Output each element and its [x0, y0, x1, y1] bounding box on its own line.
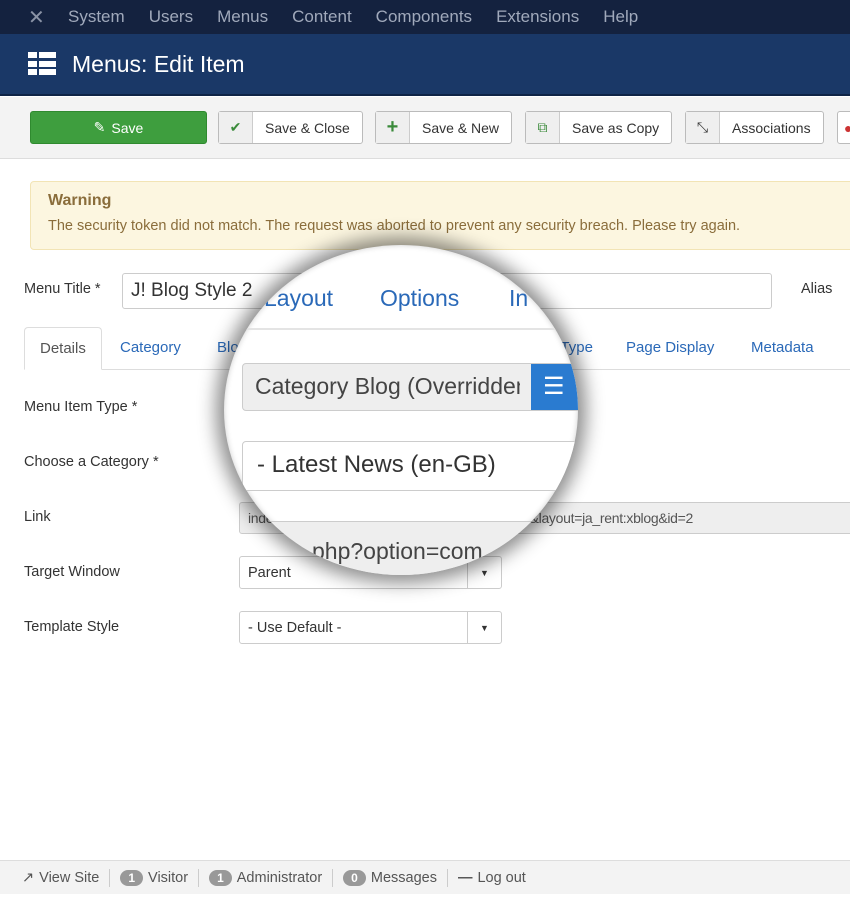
minus-icon: — [457, 869, 473, 886]
template-style-value: - Use Default - [248, 619, 342, 636]
joomla-logo-icon[interactable]: ✕ [28, 5, 52, 30]
tab-metadata[interactable]: Metadata [736, 327, 829, 370]
nav-system[interactable]: System [68, 7, 125, 27]
admin-label: Administrator [236, 869, 323, 886]
nav-extensions[interactable]: Extensions [496, 7, 579, 27]
menu-item-type-label: Menu Item Type * [24, 399, 138, 415]
associations-label: Associations [732, 119, 811, 136]
view-site-label: View Site [39, 869, 100, 886]
template-style-select[interactable]: - Use Default - ▼ [239, 611, 502, 644]
messages-label: Messages [370, 869, 437, 886]
visitor-label: Visitor [148, 869, 189, 886]
external-link-icon: ↗ [22, 869, 35, 886]
top-nav: ✕ System Users Menus Content Components … [0, 0, 850, 34]
plus-icon: + [376, 112, 410, 143]
check-icon: ✔ [219, 112, 253, 143]
zoom-category-value: - Latest News (en-GB) [257, 451, 496, 478]
tab-category[interactable]: Category [105, 327, 196, 370]
zoom-tab-layout: Layout [264, 285, 334, 311]
nav-users[interactable]: Users [149, 7, 193, 27]
tab-page-display[interactable]: Page Display [611, 327, 729, 370]
zoom-link-field: php?option=com [224, 521, 578, 575]
save-label: Save [111, 119, 144, 136]
menu-title-label: Menu Title * [24, 281, 101, 297]
zoom-tab-options: Options [380, 285, 460, 311]
select-list-icon[interactable]: ☰ [531, 364, 578, 410]
zoom-menu-item-type-field[interactable]: Category Blog (Overridden) ☰ [242, 363, 578, 411]
alias-label: Alias [801, 281, 833, 297]
administrators-link[interactable]: 1 Administrator [199, 868, 334, 887]
close-button[interactable]: ● [837, 111, 850, 144]
zoom-category-select[interactable]: - Latest News (en-GB) [242, 441, 578, 491]
choose-category-label: Choose a Category * [24, 454, 159, 470]
save-button[interactable]: ✎ Save [30, 111, 207, 144]
save-new-label: Save & New [422, 119, 500, 136]
messages-count-badge: 0 [343, 869, 366, 886]
save-copy-button[interactable]: ⧉ Save as Copy [525, 111, 673, 144]
admin-count-badge: 1 [209, 869, 232, 886]
nav-content[interactable]: Content [292, 7, 352, 27]
warning-alert: Warning The security token did not match… [30, 181, 850, 250]
associations-button[interactable]: ⤡ Associations [685, 111, 824, 144]
nav-help[interactable]: Help [603, 7, 638, 27]
visitor-count-badge: 1 [120, 869, 144, 886]
copy-icon: ⧉ [526, 112, 560, 143]
link-label: Link [24, 509, 51, 525]
save-close-label: Save & Close [265, 119, 350, 136]
target-window-label: Target Window [24, 564, 120, 580]
warning-title: Warning [48, 192, 112, 209]
template-style-label: Template Style [24, 619, 120, 635]
logout-link[interactable]: — Log out [448, 869, 536, 887]
status-bar: ↗ View Site 1 Visitor 1 Administrator 0 Mess… [0, 860, 850, 894]
list-icon [28, 52, 56, 76]
tab-details[interactable]: Details [24, 327, 102, 370]
edit-icon: ✎ [93, 119, 106, 135]
messages-link[interactable]: 0 Messages [333, 868, 448, 887]
page-title: Menus: Edit Item [72, 50, 245, 77]
zoom-tab-divider [224, 328, 578, 330]
caret-down-icon: ▼ [467, 612, 501, 643]
logout-label: Log out [477, 869, 526, 886]
page-header: Menus: Edit Item [0, 34, 850, 96]
save-copy-label: Save as Copy [572, 119, 660, 136]
visitors-link[interactable]: 1 Visitor [110, 868, 200, 887]
zoom-menu-item-type-value: Category Blog (Overridden) [255, 373, 520, 399]
zoom-link-fragment: php?option=com [312, 538, 483, 564]
nav-components[interactable]: Components [376, 7, 472, 27]
magnifier-overlay: Layout Options In Category Blog (Overrid… [224, 245, 578, 575]
save-new-button[interactable]: + Save & New [375, 111, 513, 144]
warning-message: The security token did not match. The re… [48, 218, 741, 234]
contract-icon: ⤡ [686, 112, 720, 143]
nav-menus[interactable]: Menus [217, 7, 268, 27]
zoom-tab-more: In [509, 285, 529, 311]
close-icon: ● [844, 119, 850, 136]
toolbar: ✎ Save ✔ Save & Close + Save & New ⧉ Save as… [0, 97, 850, 159]
save-close-button[interactable]: ✔ Save & Close [218, 111, 363, 144]
view-site-link[interactable]: ↗ View Site [12, 868, 111, 887]
